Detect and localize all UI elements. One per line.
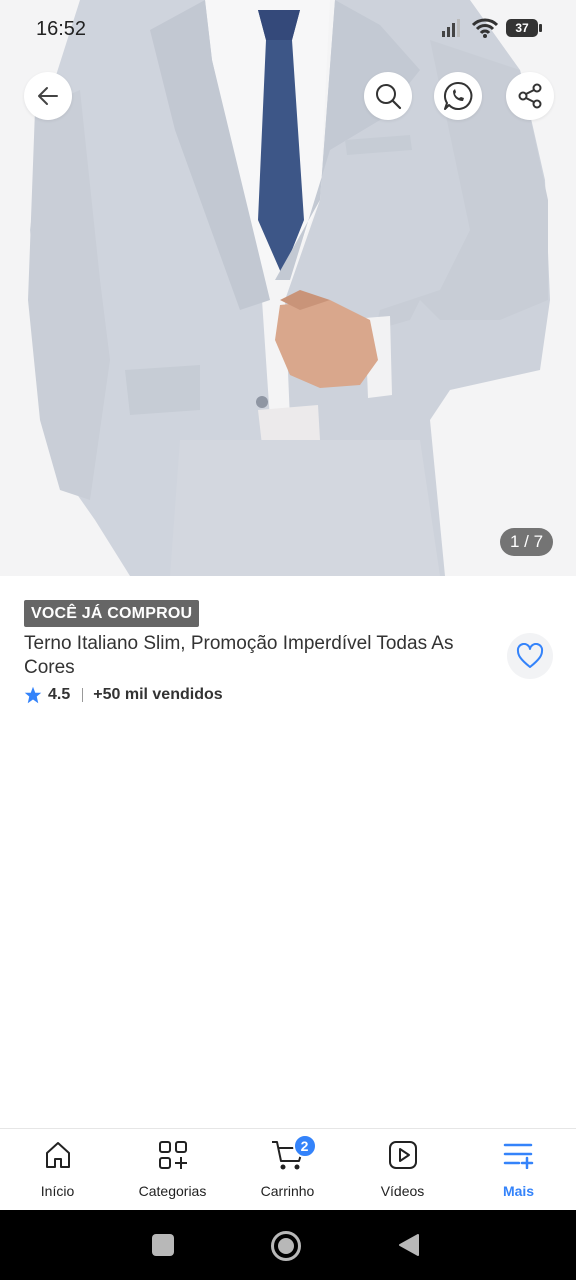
categories-icon [158, 1141, 187, 1169]
nav-item-videos[interactable]: Vídeos [345, 1129, 460, 1211]
nav-item-inicio[interactable]: Início [0, 1129, 115, 1211]
nav-label: Carrinho [260, 1183, 315, 1199]
purchased-badge: VOCÊ JÁ COMPROU [24, 600, 200, 627]
home-icon [45, 1142, 70, 1168]
arrow-left-icon [38, 87, 58, 105]
rating-divider [82, 688, 84, 702]
rating-score: 4.5 [48, 686, 71, 703]
nav-label: Mais [502, 1183, 535, 1199]
back-button[interactable] [24, 72, 72, 120]
system-navigation-bar [0, 1210, 576, 1280]
whatsapp-icon [443, 81, 473, 110]
search-button[interactable] [364, 72, 412, 120]
status-time: 16:52 [36, 18, 87, 40]
nav-item-categorias[interactable]: Categorias [115, 1129, 230, 1211]
bottom-nav: Início Categorias 2 Carrinho Vídeos Mais [0, 1128, 576, 1210]
sold-count: +50 mil vendidos [93, 686, 223, 703]
star-icon [24, 686, 42, 704]
product-photo [28, 0, 550, 576]
cart-count-badge: 2 [292, 1134, 317, 1158]
video-icon [388, 1141, 417, 1169]
menu-plus-icon [503, 1143, 533, 1169]
back-system-button[interactable] [398, 1233, 420, 1257]
whatsapp-button[interactable] [434, 72, 482, 120]
battery-icon: 37 [506, 19, 542, 37]
nav-item-mais[interactable]: Mais [461, 1129, 576, 1211]
signal-icon [442, 19, 460, 37]
status-bar: 16:52 37 [0, 0, 576, 60]
share-icon [518, 83, 542, 109]
recents-button[interactable] [152, 1234, 174, 1256]
heart-icon [516, 643, 544, 668]
image-counter: 1 / 7 [500, 528, 553, 556]
wifi-icon [472, 18, 498, 38]
favorite-button[interactable] [507, 633, 553, 679]
nav-label: Categorias [138, 1183, 207, 1199]
rating-row[interactable]: 4.5 +50 mil vendidos [24, 686, 223, 704]
home-system-button[interactable] [271, 1231, 301, 1261]
nav-label: Início [40, 1183, 75, 1199]
search-icon [376, 84, 402, 110]
share-button[interactable] [506, 72, 554, 120]
nav-item-carrinho[interactable]: 2 Carrinho [230, 1129, 345, 1211]
battery-level: 37 [515, 21, 529, 35]
product-image-gallery[interactable]: 16:52 37 1 / 7 [0, 0, 576, 576]
nav-label: Vídeos [380, 1183, 425, 1199]
product-title: Terno Italiano Slim, Promoção Imperdível… [24, 633, 454, 678]
